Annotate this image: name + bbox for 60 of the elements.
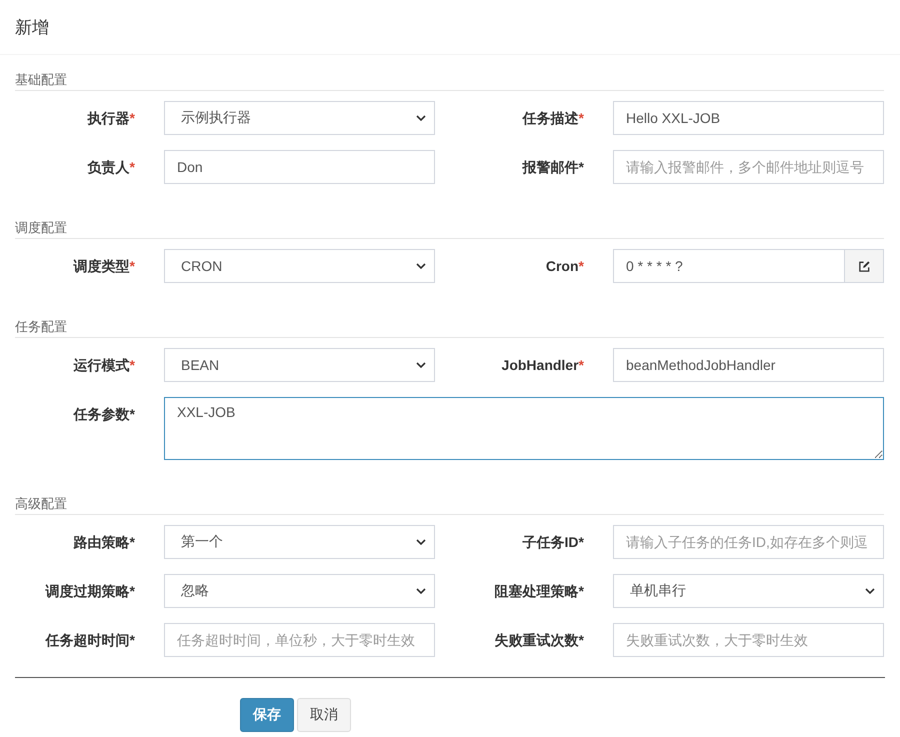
field-label: 任务描述	[522, 110, 579, 126]
field-label: 调度类型	[74, 258, 130, 274]
dialog-title: 新增	[15, 16, 49, 38]
text-field[interactable]: 0 * * * * ?	[613, 249, 845, 283]
text-field[interactable]: 任务超时时间，单位秒，大于零时生效	[164, 623, 435, 657]
field-label: 报警邮件	[522, 159, 579, 175]
required-asterisk: *	[578, 357, 584, 373]
required-asterisk: *	[578, 583, 584, 599]
field-label: 运行模式	[74, 357, 130, 373]
field-label: JobHandler	[502, 357, 579, 373]
chevron-down-icon	[416, 362, 426, 368]
text-field[interactable]: Don	[164, 150, 435, 184]
required-asterisk: *	[130, 632, 135, 648]
chevron-down-icon	[416, 115, 426, 121]
required-asterisk: *	[578, 110, 584, 126]
required-asterisk: *	[130, 406, 135, 422]
text-field[interactable]: 失败重试次数，大于零时生效	[613, 623, 884, 657]
cancel-button[interactable]: 取消	[297, 698, 351, 732]
chevron-down-icon	[416, 588, 426, 594]
section-title: 调度配置	[15, 218, 884, 239]
select-field[interactable]: 忽略	[164, 574, 435, 608]
field-label: 任务超时时间	[46, 632, 130, 648]
required-asterisk: *	[130, 159, 135, 175]
required-asterisk: *	[130, 583, 135, 599]
field-label: 子任务ID	[522, 534, 579, 550]
field-label: 执行器	[88, 110, 130, 126]
section-title: 任务配置	[15, 317, 884, 338]
field-label: 任务参数	[74, 406, 130, 422]
field-label: Cron	[546, 258, 579, 274]
field-label: 阻塞处理策略	[494, 583, 579, 599]
text-field[interactable]: beanMethodJobHandler	[613, 348, 884, 382]
chevron-down-icon	[416, 263, 426, 269]
select-field[interactable]: BEAN	[164, 348, 435, 382]
pencil-square-icon	[858, 260, 870, 272]
select-field[interactable]: 示例执行器	[164, 101, 435, 135]
select-field[interactable]: 第一个	[164, 525, 435, 559]
select-field[interactable]: 单机串行	[613, 574, 884, 608]
field-label: 负责人	[88, 159, 130, 175]
text-field[interactable]: Hello XXL-JOB	[613, 101, 884, 135]
required-asterisk: *	[130, 110, 135, 126]
save-button[interactable]: 保存	[240, 698, 294, 732]
field-label: 调度过期策略	[46, 583, 130, 599]
select-field[interactable]: CRON	[164, 249, 435, 283]
text-field[interactable]: 请输入报警邮件，多个邮件地址则逗号	[613, 150, 884, 184]
chevron-down-icon	[416, 539, 426, 545]
field-label: 失败重试次数	[494, 632, 579, 648]
required-asterisk: *	[130, 357, 135, 373]
chevron-down-icon	[865, 588, 875, 594]
required-asterisk: *	[578, 534, 584, 550]
required-asterisk: *	[578, 632, 584, 648]
required-asterisk: *	[130, 534, 135, 550]
section-title: 高级配置	[15, 494, 884, 515]
required-asterisk: *	[578, 258, 584, 274]
textarea-field[interactable]: XXL-JOB	[164, 397, 884, 460]
edit-button[interactable]	[845, 249, 884, 283]
text-field[interactable]: 请输入子任务的任务ID,如存在多个则逗	[613, 525, 884, 559]
required-asterisk: *	[578, 159, 584, 175]
section-title: 基础配置	[15, 70, 884, 91]
field-label: 路由策略	[74, 534, 130, 550]
required-asterisk: *	[130, 258, 135, 274]
